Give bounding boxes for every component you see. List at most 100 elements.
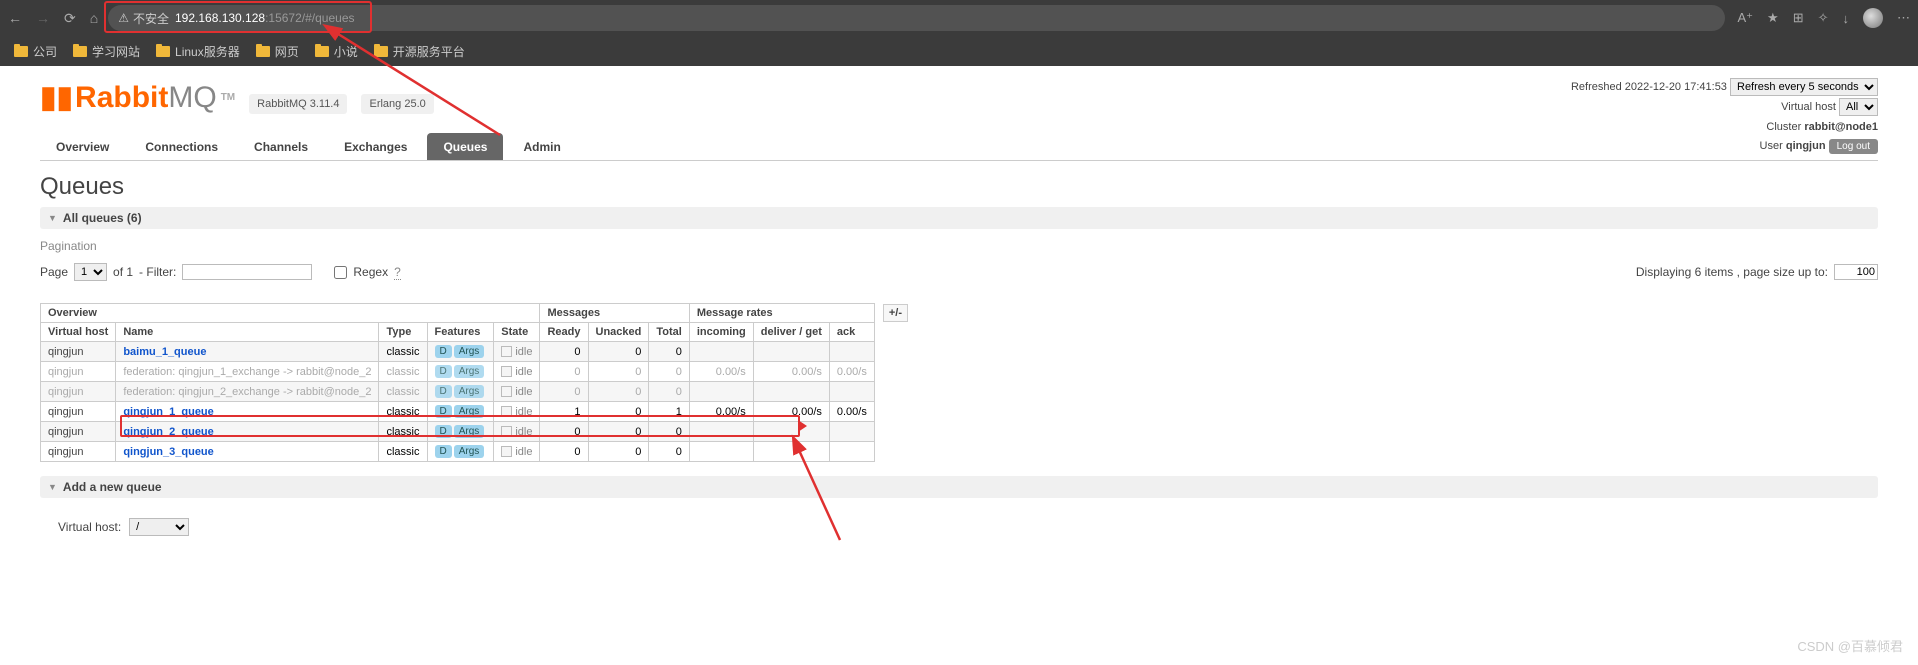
table-row: qingjunqingjun_3_queueclassicDArgs idle0… bbox=[41, 442, 909, 462]
cell-unacked: 0 bbox=[588, 362, 649, 382]
bookmark-item[interactable]: Linux服务器 bbox=[156, 43, 240, 60]
folder-icon bbox=[156, 46, 170, 57]
tab-connections[interactable]: Connections bbox=[129, 133, 234, 160]
refresh-interval-select[interactable]: Refresh every 5 seconds bbox=[1730, 78, 1878, 96]
col-type[interactable]: Type bbox=[379, 323, 427, 342]
pagesize-input[interactable] bbox=[1834, 264, 1878, 280]
tab-channels[interactable]: Channels bbox=[238, 133, 324, 160]
col-ack[interactable]: ack bbox=[829, 323, 874, 342]
state-indicator bbox=[501, 446, 512, 457]
status-panel: Refreshed 2022-12-20 17:41:53 Refresh ev… bbox=[1571, 78, 1878, 157]
state-indicator bbox=[501, 366, 512, 377]
cell-incoming: 0.00/s bbox=[689, 402, 753, 422]
page-title: Queues bbox=[40, 173, 1878, 201]
tab-overview[interactable]: Overview bbox=[40, 133, 125, 160]
menu-icon[interactable]: ⋯ bbox=[1897, 10, 1910, 26]
cell-deliver: 0.00/s bbox=[753, 402, 829, 422]
add-queue-form: Virtual host: / bbox=[58, 518, 1878, 536]
logo[interactable]: ▮▮ RabbitMQTM bbox=[40, 80, 235, 115]
downloads-icon[interactable]: ↓ bbox=[1843, 11, 1850, 26]
col-incoming[interactable]: incoming bbox=[689, 323, 753, 342]
address-bar[interactable]: ⚠ 不安全 192.168.130.128 :15672/#/queues bbox=[108, 5, 1725, 31]
col-group-rates: Message rates bbox=[689, 304, 874, 323]
cell-unacked: 0 bbox=[588, 342, 649, 362]
col-unacked[interactable]: Unacked bbox=[588, 323, 649, 342]
bookmark-item[interactable]: 公司 bbox=[14, 43, 57, 60]
tab-queues[interactable]: Queues bbox=[427, 133, 503, 160]
forward-icon[interactable]: → bbox=[36, 10, 50, 26]
back-icon[interactable]: ← bbox=[8, 10, 22, 26]
queues-table: Overview Messages Message rates +/- Virt… bbox=[40, 303, 909, 462]
star-icon[interactable]: ★ bbox=[1767, 10, 1779, 26]
feature-args: Args bbox=[454, 345, 485, 358]
col-group-messages: Messages bbox=[540, 304, 689, 323]
logout-button[interactable]: Log out bbox=[1829, 139, 1878, 154]
queue-link[interactable]: baimu_1_queue bbox=[123, 346, 206, 358]
page-select[interactable]: 1 bbox=[74, 263, 107, 281]
help-icon[interactable]: ? bbox=[394, 265, 401, 280]
cell-vhost: qingjun bbox=[41, 442, 116, 462]
feature-args: Args bbox=[454, 365, 485, 378]
cell-vhost: qingjun bbox=[41, 382, 116, 402]
queue-link[interactable]: qingjun_1_queue bbox=[123, 406, 213, 418]
cell-state: idle bbox=[494, 422, 540, 442]
cell-name: baimu_1_queue bbox=[116, 342, 379, 362]
regex-checkbox[interactable] bbox=[334, 266, 347, 279]
version-badge: RabbitMQ 3.11.4 bbox=[249, 94, 347, 114]
cluster-label: Cluster bbox=[1766, 121, 1801, 133]
extensions-icon[interactable]: ⊞ bbox=[1793, 10, 1804, 26]
feature-durable: D bbox=[435, 385, 452, 398]
feature-durable: D bbox=[435, 345, 452, 358]
col-name[interactable]: Name bbox=[116, 323, 379, 342]
bookmark-item[interactable]: 学习网站 bbox=[73, 43, 140, 60]
favorites-icon[interactable]: ✧ bbox=[1818, 10, 1829, 26]
table-row: qingjunbaimu_1_queueclassicDArgs idle000 bbox=[41, 342, 909, 362]
cell-vhost: qingjun bbox=[41, 362, 116, 382]
home-icon[interactable]: ⌂ bbox=[90, 10, 98, 26]
cell-total: 0 bbox=[649, 422, 689, 442]
filter-input[interactable] bbox=[182, 264, 312, 280]
cell-unacked: 0 bbox=[588, 402, 649, 422]
cell-type: classic bbox=[379, 362, 427, 382]
cell-name: federation: qingjun_2_exchange -> rabbit… bbox=[116, 382, 379, 402]
col-vhost[interactable]: Virtual host bbox=[41, 323, 116, 342]
table-row: qingjunqingjun_2_queueclassicDArgs idle0… bbox=[41, 422, 909, 442]
feature-args: Args bbox=[454, 425, 485, 438]
folder-icon bbox=[315, 46, 329, 57]
cell-type: classic bbox=[379, 422, 427, 442]
queue-link[interactable]: qingjun_3_queue bbox=[123, 446, 213, 458]
cell-incoming bbox=[689, 382, 753, 402]
cell-incoming bbox=[689, 422, 753, 442]
col-deliver[interactable]: deliver / get bbox=[753, 323, 829, 342]
col-total[interactable]: Total bbox=[649, 323, 689, 342]
col-state[interactable]: State bbox=[494, 323, 540, 342]
bookmark-item[interactable]: 开源服务平台 bbox=[374, 43, 465, 60]
profile-avatar[interactable] bbox=[1863, 8, 1883, 28]
cell-state: idle bbox=[494, 402, 540, 422]
user-value: qingjun bbox=[1786, 140, 1826, 152]
bookmark-item[interactable]: 小说 bbox=[315, 43, 358, 60]
tab-exchanges[interactable]: Exchanges bbox=[328, 133, 423, 160]
add-queue-header[interactable]: ▼ Add a new queue bbox=[40, 476, 1878, 498]
bookmark-item[interactable]: 网页 bbox=[256, 43, 299, 60]
collapse-icon: ▼ bbox=[48, 213, 57, 223]
queue-link[interactable]: qingjun_2_queue bbox=[123, 426, 213, 438]
tab-admin[interactable]: Admin bbox=[507, 133, 576, 160]
cell-total: 1 bbox=[649, 402, 689, 422]
cluster-value: rabbit@node1 bbox=[1804, 121, 1878, 133]
columns-toggle[interactable]: +/- bbox=[883, 304, 908, 322]
reader-icon[interactable]: A⁺ bbox=[1737, 10, 1753, 26]
col-features[interactable]: Features bbox=[427, 323, 494, 342]
cell-vhost: qingjun bbox=[41, 402, 116, 422]
refresh-icon[interactable]: ⟳ bbox=[64, 10, 76, 27]
col-ready[interactable]: Ready bbox=[540, 323, 588, 342]
feature-durable: D bbox=[435, 425, 452, 438]
folder-icon bbox=[374, 46, 388, 57]
add-queue-vhost-select[interactable]: / bbox=[129, 518, 189, 536]
feature-args: Args bbox=[454, 385, 485, 398]
all-queues-header[interactable]: ▼ All queues (6) bbox=[40, 207, 1878, 229]
table-row: qingjunfederation: qingjun_1_exchange ->… bbox=[41, 362, 909, 382]
cell-type: classic bbox=[379, 402, 427, 422]
vhost-select[interactable]: All bbox=[1839, 98, 1878, 116]
cell-features: DArgs bbox=[427, 442, 494, 462]
